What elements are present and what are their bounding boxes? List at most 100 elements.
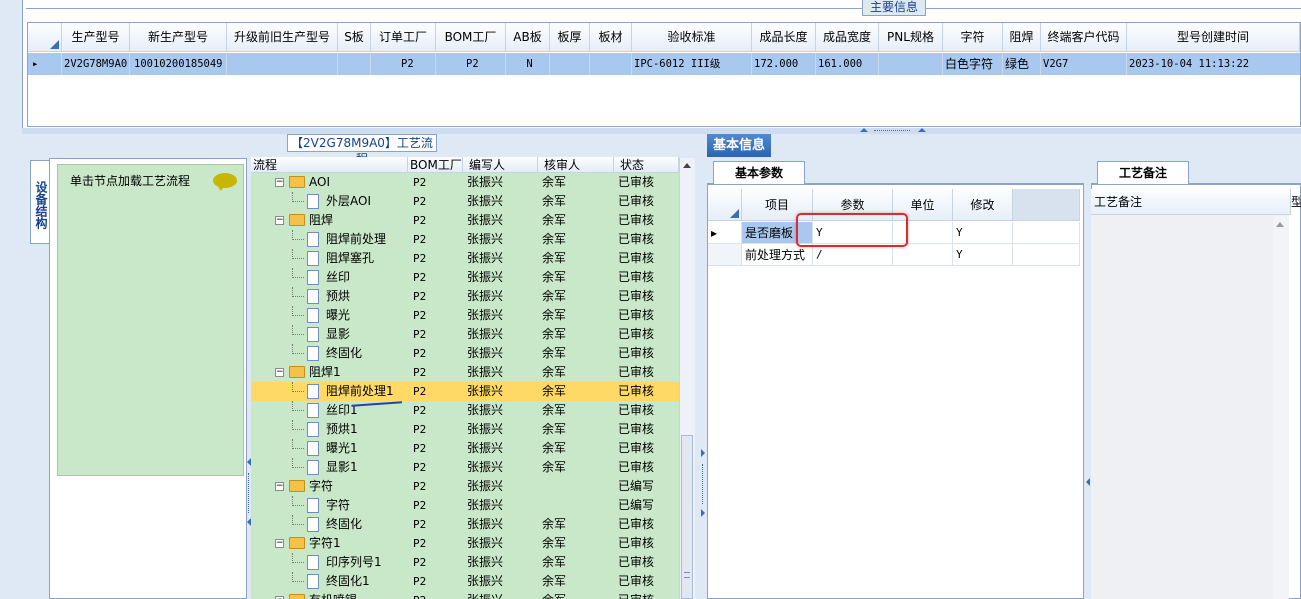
scroll-up-icon[interactable] xyxy=(683,163,691,168)
tab-process-notes[interactable]: 工艺备注 xyxy=(1097,161,1189,185)
tree-node-label: 曝光1 xyxy=(326,441,358,455)
col-material[interactable]: 板材 xyxy=(590,23,632,52)
collapse-toggle-icon[interactable]: − xyxy=(275,178,284,187)
grid-corner[interactable] xyxy=(28,23,62,52)
notes-scrollbar[interactable] xyxy=(1273,215,1289,599)
notes-scroll-up-icon[interactable] xyxy=(1276,222,1284,227)
cell-new-model[interactable]: 10010200185049 xyxy=(130,53,227,75)
cell-material[interactable] xyxy=(590,53,632,75)
tab-basic-params[interactable]: 基本参数 xyxy=(713,161,805,185)
col-thickness[interactable]: 板厚 xyxy=(550,23,590,52)
tab-basic-info[interactable]: 基本信息 xyxy=(707,134,771,157)
tree-node-row[interactable]: 终固化 P2 张振兴 余军 已审核 xyxy=(251,344,679,363)
cell-acceptance[interactable]: IPC-6012 III级 xyxy=(632,53,752,75)
tree-node-row[interactable]: 阻焊前处理1 P2 张振兴 余军 已审核 xyxy=(251,382,679,401)
col-pnl[interactable]: PNL规格 xyxy=(879,23,943,52)
tab-device-structure[interactable]: 设备结构 xyxy=(30,160,50,244)
tree-node-row[interactable]: 外层AOI P2 张振兴 余军 已审核 xyxy=(251,192,679,211)
tree-node-row[interactable]: 曝光 P2 张振兴 余军 已审核 xyxy=(251,306,679,325)
col-width[interactable]: 成品宽度 xyxy=(816,23,879,52)
collapse-toggle-icon[interactable]: − xyxy=(275,482,284,491)
tree-group-row[interactable]: − 字符 P2 张振兴 已编写 xyxy=(251,477,679,496)
tree-group-row[interactable]: − 字符1 P2 张振兴 余军 已审核 xyxy=(251,534,679,553)
col-modify[interactable]: 修改 xyxy=(953,189,1013,221)
tree-group-row[interactable]: − 阻焊 P2 张振兴 余军 已审核 xyxy=(251,211,679,230)
cell-thickness[interactable] xyxy=(550,53,590,75)
cell-ab-board[interactable]: N xyxy=(506,53,550,75)
cell-prod-model[interactable]: 2V2G78M9A0 xyxy=(62,53,130,75)
cell-solder[interactable]: 绿色 xyxy=(1003,53,1041,75)
cell-bom-factory[interactable]: P2 xyxy=(436,53,506,75)
document-icon xyxy=(307,289,319,304)
cell-pnl[interactable] xyxy=(879,53,943,75)
tree-node-row[interactable]: 丝印 P2 张振兴 余军 已审核 xyxy=(251,268,679,287)
tree-node-bom: P2 xyxy=(413,290,427,303)
tree-node-row[interactable]: 印序列号1 P2 张振兴 余军 已审核 xyxy=(251,553,679,572)
tree-node-bom: P2 xyxy=(413,575,427,588)
tree-group-row[interactable]: − AOI P2 张振兴 余军 已审核 xyxy=(251,173,679,192)
col-old-model[interactable]: 升级前旧生产型号 xyxy=(227,23,338,52)
tree-node-row[interactable]: 阻焊前处理 P2 张振兴 余军 已审核 xyxy=(251,230,679,249)
tree-node-row[interactable]: 阻焊塞孔 P2 张振兴 余军 已审核 xyxy=(251,249,679,268)
corner-triangle-icon xyxy=(50,40,59,49)
tree-group-row[interactable]: − 阻焊1 P2 张振兴 余军 已审核 xyxy=(251,363,679,382)
col-reviewer[interactable]: 核审人 xyxy=(538,157,614,173)
hint-box[interactable] xyxy=(57,164,244,476)
cell-width[interactable]: 161.000 xyxy=(816,53,879,75)
collapse-toggle-icon[interactable]: − xyxy=(275,368,284,377)
col-notes-partial[interactable]: 型 xyxy=(1290,189,1301,215)
cell-length[interactable]: 172.000 xyxy=(752,53,816,75)
cell-created[interactable]: 2023-10-04 11:13:22 xyxy=(1127,53,1300,75)
col-prod-model[interactable]: 生产型号 xyxy=(62,23,130,52)
tree-node-label: 阻焊1 xyxy=(309,365,341,379)
param-item-1[interactable]: 前处理方式 xyxy=(742,244,813,266)
tree-node-row[interactable]: 终固化1 P2 张振兴 余军 已审核 xyxy=(251,572,679,591)
param-value-1[interactable]: / xyxy=(813,244,893,266)
param-modify-1[interactable]: Y xyxy=(953,244,1013,266)
tree-node-row[interactable]: 终固化 P2 张振兴 余军 已审核 xyxy=(251,515,679,534)
col-s-board[interactable]: S板 xyxy=(338,23,371,52)
col-length[interactable]: 成品长度 xyxy=(752,23,816,52)
params-grid-corner[interactable] xyxy=(708,189,742,221)
tree-node-row[interactable]: 显影1 P2 张振兴 余军 已审核 xyxy=(251,458,679,477)
param-unit-1[interactable] xyxy=(893,244,953,266)
col-created[interactable]: 型号创建时间 xyxy=(1127,23,1300,52)
col-writer[interactable]: 编写人 xyxy=(463,157,538,173)
col-flow[interactable]: 流程 xyxy=(251,157,408,173)
tree-node-row[interactable]: 预烘 P2 张振兴 余军 已审核 xyxy=(251,287,679,306)
tree-node-row[interactable]: 显影 P2 张振兴 余军 已审核 xyxy=(251,325,679,344)
cell-char[interactable]: 白色字符 xyxy=(943,53,1003,75)
splitter-up-icon xyxy=(860,128,868,132)
col-char[interactable]: 字符 xyxy=(943,23,1003,52)
tree-node-row[interactable]: 预烘1 P2 张振兴 余军 已审核 xyxy=(251,420,679,439)
col-process-notes[interactable]: 工艺备注 xyxy=(1091,189,1291,215)
col-bom-factory[interactable]: BOM工厂 xyxy=(436,23,506,52)
cell-old-model[interactable] xyxy=(227,53,338,75)
tree-node-row[interactable]: 字符 P2 张振兴 已编写 xyxy=(251,496,679,515)
col-ab-board[interactable]: AB板 xyxy=(506,23,550,52)
tree-node-writer: 张振兴 xyxy=(467,327,504,341)
tree-scroll-thumb[interactable] xyxy=(681,435,693,599)
collapse-right-icon xyxy=(701,449,705,457)
col-new-model[interactable]: 新生产型号 xyxy=(130,23,227,52)
tree-node-row[interactable]: 丝印1 P2 张振兴 余军 已审核 xyxy=(251,401,679,420)
col-status[interactable]: 状态 xyxy=(614,157,679,173)
cell-s-board[interactable] xyxy=(338,53,371,75)
cell-customer-code[interactable]: V2G7 xyxy=(1041,53,1127,75)
main-info-grid[interactable]: 生产型号 新生产型号 升级前旧生产型号 S板 订单工厂 BOM工厂 AB板 板厚… xyxy=(27,22,1301,127)
col-order-factory[interactable]: 订单工厂 xyxy=(371,23,436,52)
document-icon xyxy=(307,498,319,513)
tree-node-status: 已编写 xyxy=(618,498,655,512)
right-panel-splitter[interactable] xyxy=(697,134,707,599)
param-modify-0[interactable]: Y xyxy=(953,222,1013,244)
notes-body[interactable] xyxy=(1091,215,1289,599)
tree-group-row[interactable]: −有机喷锡P2张振兴余军已审核 xyxy=(251,591,679,599)
collapse-toggle-icon[interactable]: − xyxy=(275,216,284,225)
collapse-toggle-icon[interactable]: − xyxy=(275,539,284,548)
col-bom[interactable]: BOM工厂 xyxy=(408,157,463,173)
tree-node-row[interactable]: 曝光1 P2 张振兴 余军 已审核 xyxy=(251,439,679,458)
col-solder[interactable]: 阻焊 xyxy=(1003,23,1041,52)
cell-order-factory[interactable]: P2 xyxy=(371,53,436,75)
col-acceptance[interactable]: 验收标准 xyxy=(632,23,752,52)
col-customer-code[interactable]: 终端客户代码 xyxy=(1041,23,1127,52)
